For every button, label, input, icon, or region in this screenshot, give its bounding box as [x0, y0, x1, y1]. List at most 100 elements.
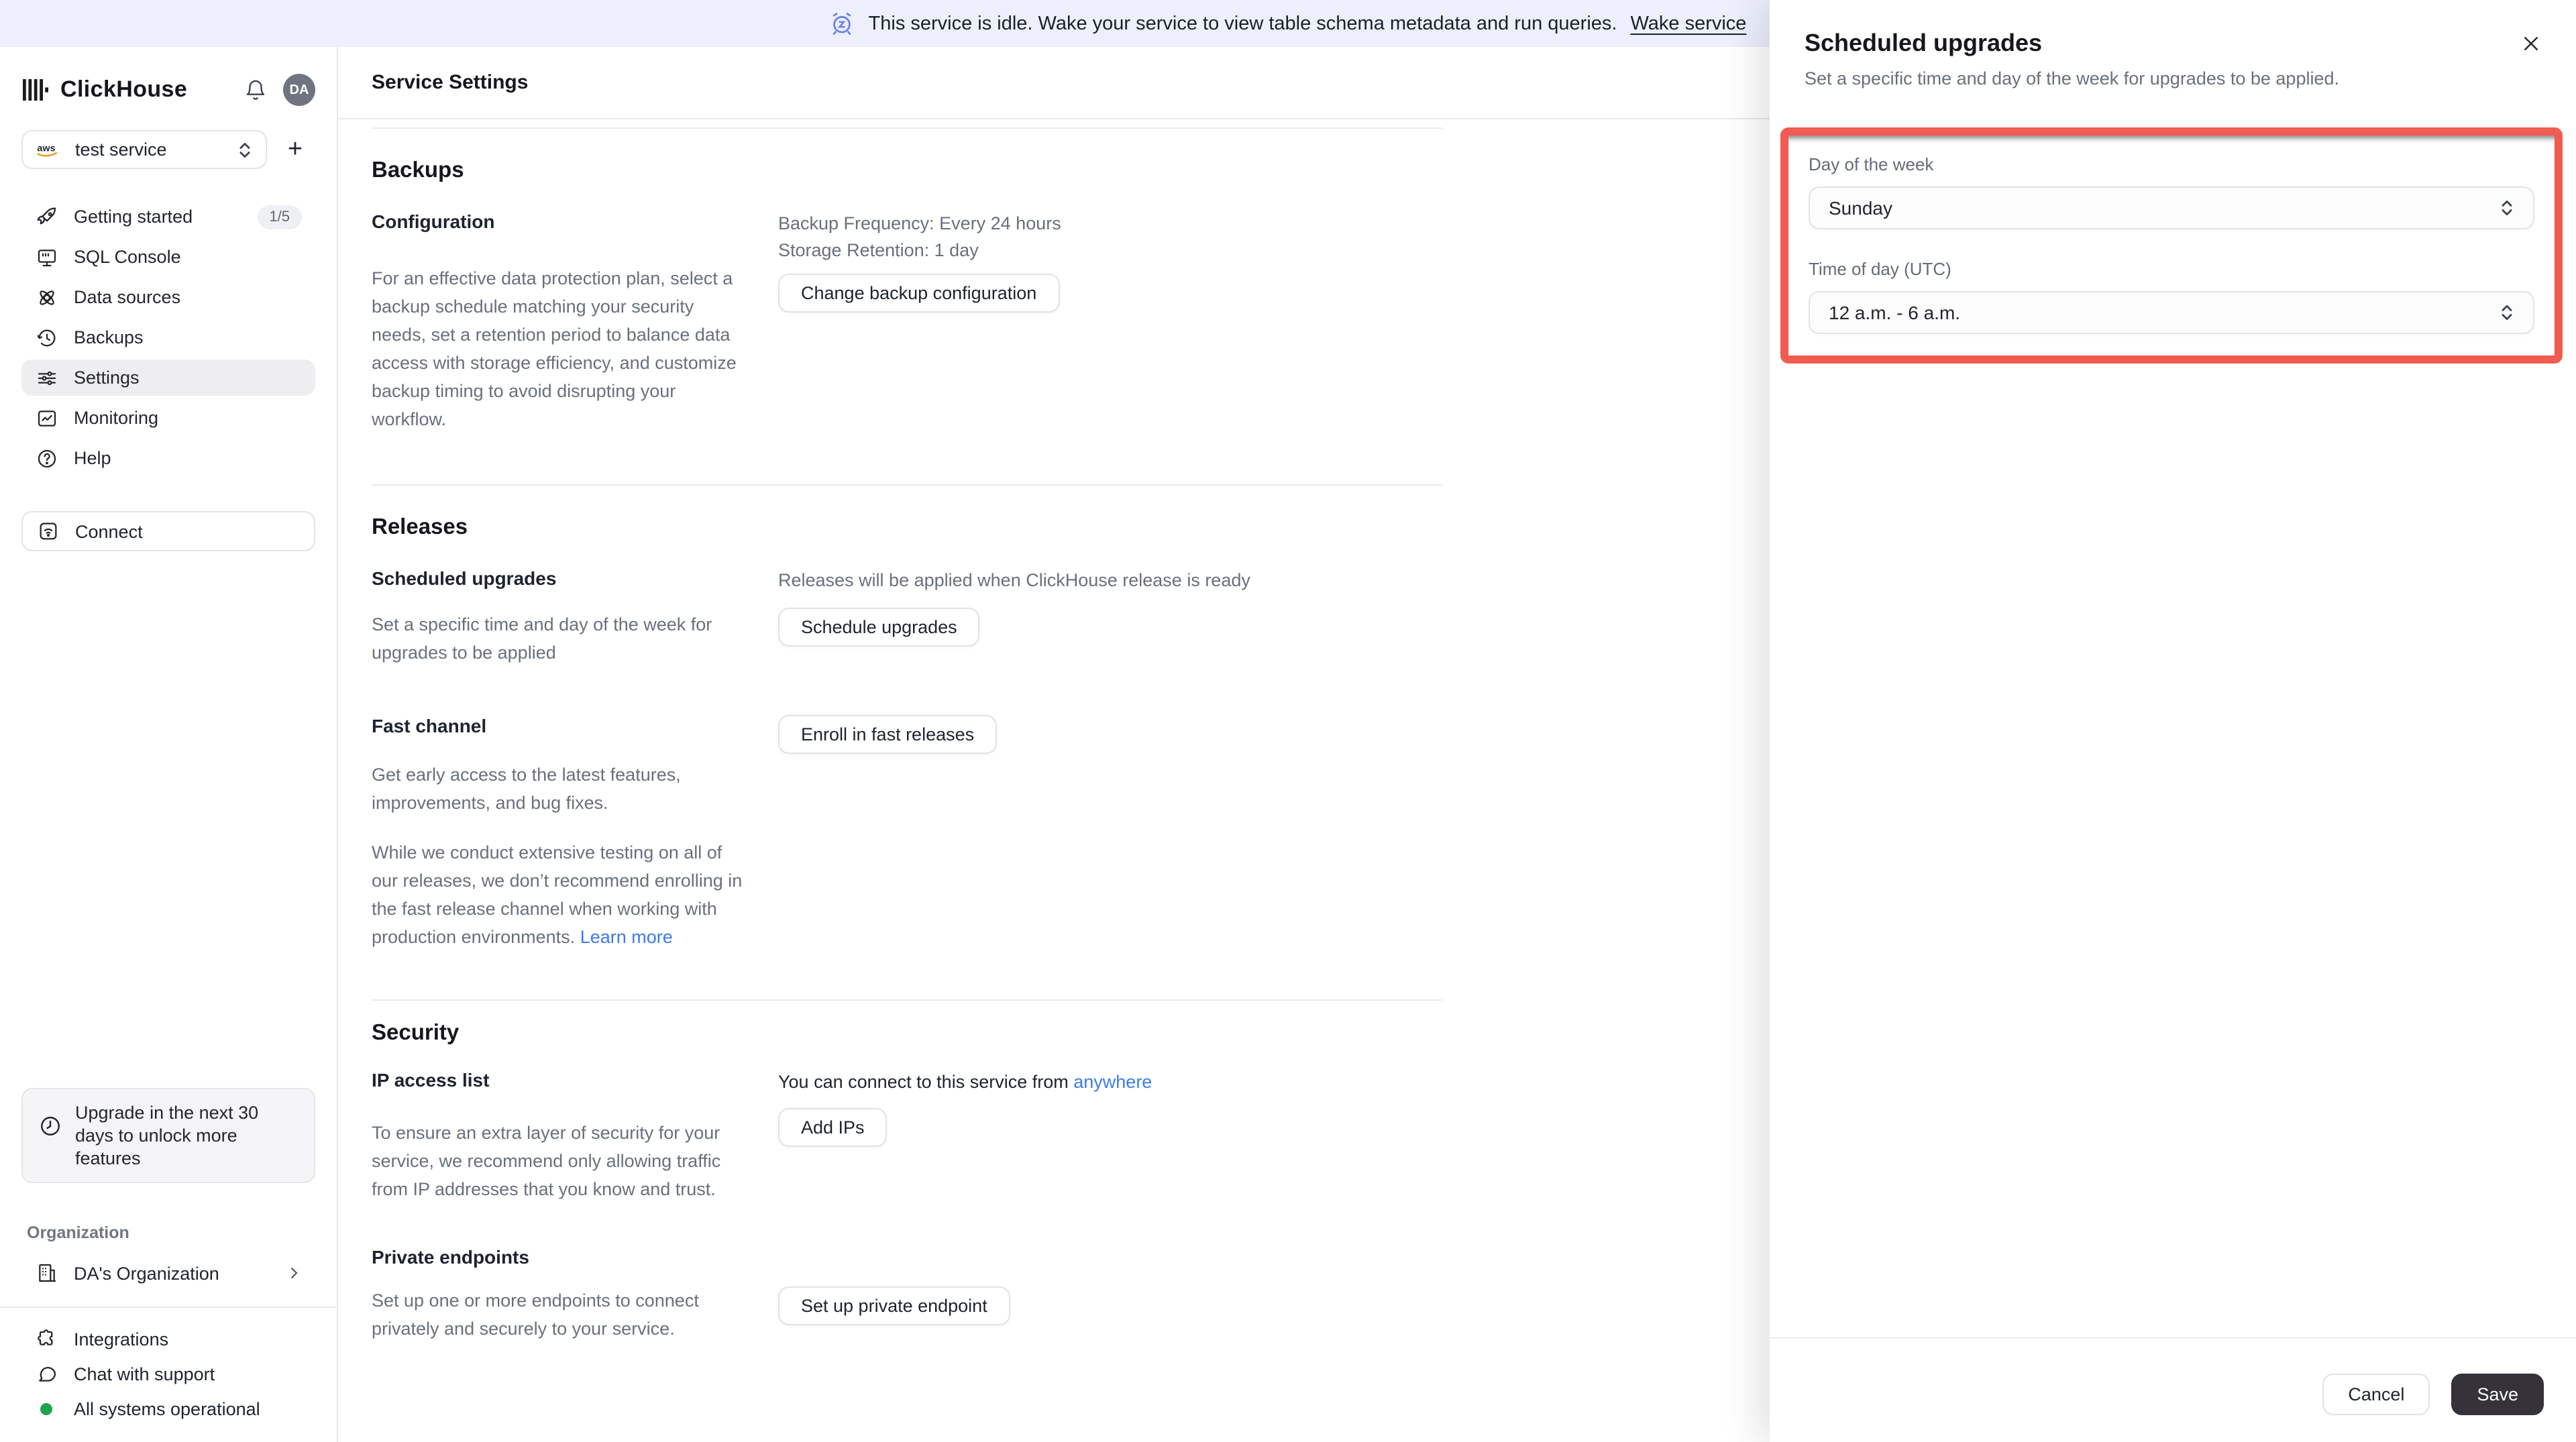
- connect-button[interactable]: Connect: [21, 511, 315, 551]
- system-status-label: All systems operational: [74, 1398, 260, 1419]
- storage-retention-text: Storage Retention: 1 day: [778, 239, 979, 260]
- sidebar-item-settings[interactable]: Settings: [21, 359, 315, 396]
- chat-icon: [35, 1363, 58, 1384]
- sidebar-item-sql-console[interactable]: SQL Console: [21, 239, 315, 275]
- save-button[interactable]: Save: [2451, 1374, 2544, 1415]
- sidebar-item-chat-support[interactable]: Chat with support: [21, 1356, 315, 1391]
- enroll-fast-releases-button[interactable]: Enroll in fast releases: [778, 715, 998, 754]
- close-icon[interactable]: [2521, 34, 2541, 54]
- security-heading: Security: [372, 1021, 460, 1045]
- ip-access-note: You can connect to this service from any…: [778, 1072, 1152, 1092]
- annotation-highlight: Day of the week Sunday Time of day (UTC)…: [1780, 127, 2563, 364]
- upgrade-notice[interactable]: Upgrade in the next 30 days to unlock mo…: [21, 1088, 315, 1183]
- sidebar-item-label: SQL Console: [74, 247, 181, 267]
- add-service-button[interactable]: +: [275, 130, 315, 169]
- help-circle-icon: [35, 447, 58, 469]
- learn-more-link[interactable]: Learn more: [580, 927, 673, 947]
- sidebar-nav: Getting started 1/5 SQL Console Data sou…: [21, 199, 315, 476]
- fast-channel-paragraph1: Get early access to the latest features,…: [372, 765, 681, 813]
- sidebar-item-getting-started[interactable]: Getting started 1/5: [21, 199, 315, 235]
- sidebar-item-monitoring[interactable]: Monitoring: [21, 400, 315, 436]
- day-of-week-select[interactable]: Sunday: [1809, 186, 2534, 229]
- cancel-button[interactable]: Cancel: [2322, 1374, 2430, 1415]
- alarm-clock-icon: [830, 11, 855, 36]
- backups-heading: Backups: [372, 158, 464, 182]
- puzzle-icon: [35, 1328, 58, 1349]
- rocket-icon: [35, 206, 58, 227]
- scheduled-upgrades-description: Set a specific time and day of the week …: [372, 614, 712, 663]
- monitor-icon: [35, 246, 58, 268]
- clickhouse-app: This service is idle. Wake your service …: [0, 0, 2576, 1442]
- getting-started-progress-badge: 1/5: [257, 205, 302, 229]
- sidebar-item-help[interactable]: Help: [21, 440, 315, 476]
- sidebar-item-label: Data sources: [74, 287, 181, 307]
- sidebar-item-label: Help: [74, 448, 111, 468]
- notifications-bell-icon[interactable]: [244, 78, 267, 101]
- connect-icon: [36, 520, 59, 542]
- page-title: Service Settings: [372, 71, 529, 94]
- building-icon: [35, 1262, 58, 1284]
- organization-section-label: Organization: [27, 1223, 129, 1242]
- private-endpoints-heading: Private endpoints: [372, 1246, 529, 1268]
- sidebar: ClickHouse DA aws test service + Getting…: [0, 47, 338, 1442]
- upgrade-notice-text: Upgrade in the next 30 days to unlock mo…: [75, 1103, 259, 1168]
- ip-access-list-heading: IP access list: [372, 1069, 490, 1091]
- change-backup-configuration-button[interactable]: Change backup configuration: [778, 274, 1060, 313]
- service-selector[interactable]: aws test service: [21, 130, 267, 169]
- sidebar-item-integrations[interactable]: Integrations: [21, 1321, 315, 1356]
- chart-icon: [35, 407, 58, 429]
- svg-text:aws: aws: [37, 142, 55, 153]
- settings-content: Backups Configuration For an effective d…: [372, 118, 1442, 1343]
- private-endpoints-description: Set up one or more endpoints to connect …: [372, 1290, 699, 1339]
- scheduled-upgrades-panel: Scheduled upgrades Set a specific time a…: [1770, 0, 2576, 1442]
- section-divider: [372, 999, 1442, 1001]
- sidebar-item-label: Getting started: [74, 207, 193, 227]
- sidebar-item-label: Settings: [74, 368, 140, 388]
- backup-frequency-text: Backup Frequency: Every 24 hours: [778, 213, 1061, 233]
- service-selector-value: test service: [75, 140, 167, 160]
- status-dot: [35, 1402, 58, 1415]
- organization-name: DA's Organization: [74, 1263, 219, 1283]
- connect-label: Connect: [75, 521, 143, 541]
- footer-item-label: Chat with support: [74, 1364, 215, 1384]
- section-divider: [372, 484, 1442, 486]
- chevron-right-icon: [286, 1265, 302, 1281]
- sidebar-divider: [0, 1307, 337, 1308]
- sidebar-item-label: Monitoring: [74, 408, 159, 428]
- system-status-row[interactable]: All systems operational: [21, 1391, 315, 1426]
- avatar[interactable]: DA: [283, 74, 315, 106]
- releases-heading: Releases: [372, 515, 468, 539]
- fast-channel-heading: Fast channel: [372, 715, 487, 736]
- day-of-week-value: Sunday: [1829, 197, 1892, 219]
- chevron-updown-icon: [2500, 199, 2514, 217]
- anywhere-link[interactable]: anywhere: [1073, 1072, 1152, 1092]
- app-title: ClickHouse: [60, 76, 188, 102]
- history-icon: [35, 327, 58, 348]
- footer-item-label: Integrations: [74, 1329, 169, 1349]
- chevron-updown-icon: [237, 140, 252, 159]
- releases-note: Releases will be applied when ClickHouse…: [778, 570, 1250, 590]
- setup-private-endpoint-button[interactable]: Set up private endpoint: [778, 1286, 1010, 1325]
- sidebar-item-backups[interactable]: Backups: [21, 319, 315, 355]
- schedule-upgrades-button[interactable]: Schedule upgrades: [778, 607, 980, 646]
- section-divider: [372, 127, 1442, 129]
- scheduled-upgrades-heading: Scheduled upgrades: [372, 567, 557, 589]
- clickhouse-logo-icon: [21, 76, 48, 103]
- add-ips-button[interactable]: Add IPs: [778, 1107, 888, 1146]
- panel-footer: Cancel Save: [1770, 1337, 2576, 1442]
- orbit-icon: [35, 286, 58, 308]
- panel-title: Scheduled upgrades: [1805, 30, 2043, 56]
- ip-access-description: To ensure an extra layer of security for…: [372, 1123, 721, 1199]
- time-of-day-value: 12 a.m. - 6 a.m.: [1829, 302, 1961, 323]
- wake-service-link[interactable]: Wake service: [1630, 13, 1746, 34]
- aws-icon: aws: [36, 140, 63, 159]
- organization-row[interactable]: DA's Organization: [21, 1256, 315, 1290]
- time-of-day-select[interactable]: 12 a.m. - 6 a.m.: [1809, 291, 2534, 334]
- panel-subtitle: Set a specific time and day of the week …: [1805, 68, 2339, 89]
- configuration-heading: Configuration: [372, 211, 495, 232]
- service-selector-row: aws test service +: [21, 130, 315, 169]
- chevron-updown-icon: [2500, 303, 2514, 322]
- day-of-week-label: Day of the week: [1809, 154, 1934, 174]
- sidebar-item-data-sources[interactable]: Data sources: [21, 279, 315, 315]
- logo-row: ClickHouse DA: [21, 66, 315, 114]
